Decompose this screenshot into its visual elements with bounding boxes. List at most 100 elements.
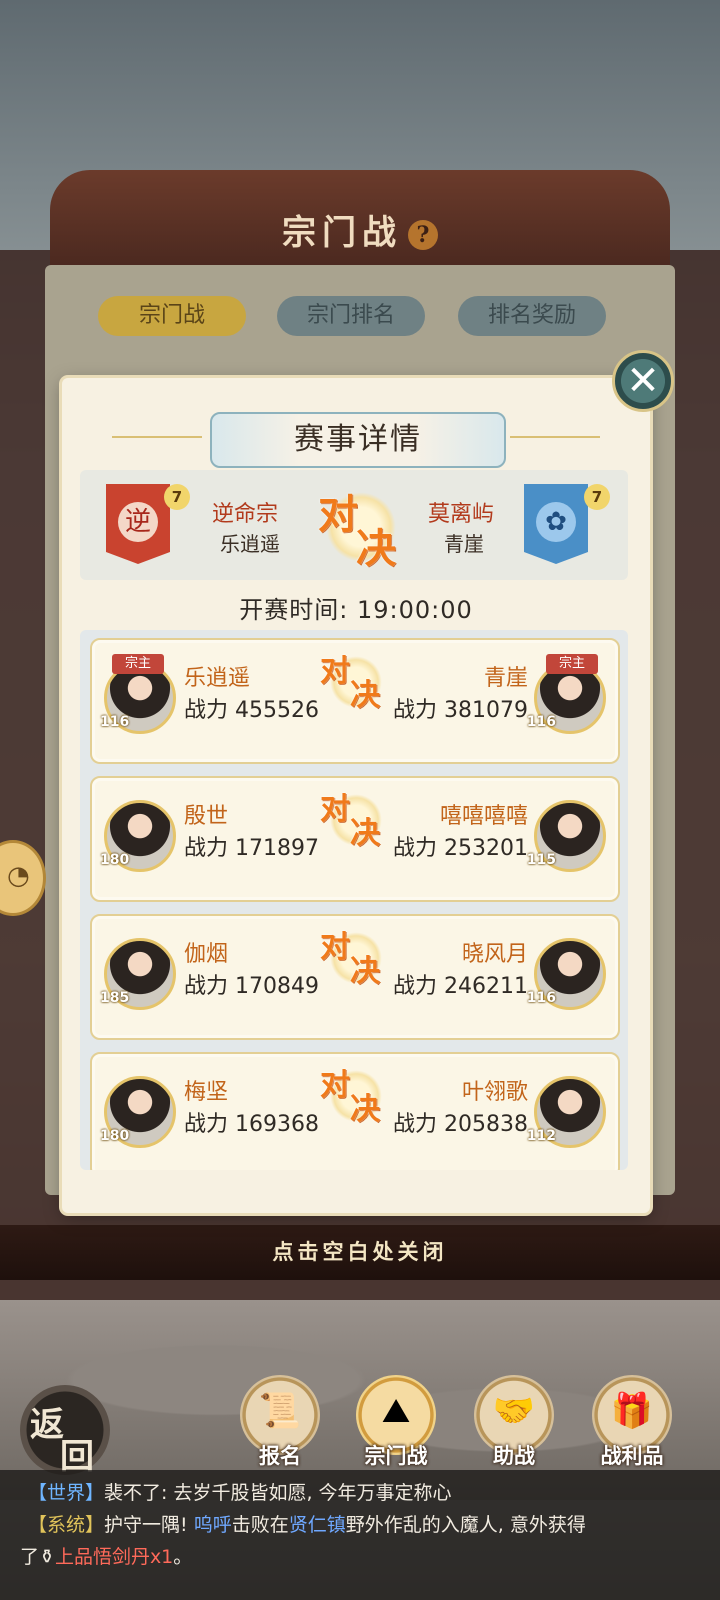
vs-char-2: 决 [350,1092,380,1127]
vs-emblem: 对 决 [320,922,396,998]
vs-char-1: 对 [320,1068,350,1103]
player-left-name: 乐逍遥 [184,666,251,691]
vs-char-2: 决 [350,954,380,989]
item-link[interactable]: 上品悟剑丹x1 [55,1546,173,1568]
nav-label: 宗门战 [364,1444,428,1468]
vs-char-1: 对 [318,491,358,538]
chat-text: 护守一隅! [104,1514,194,1536]
title-divider-left [112,436,202,438]
leader-tag: 宗主 [546,654,598,674]
player-right-name: 青崖 [483,666,528,691]
start-time: 开赛时间: 19:00:00 [239,596,473,624]
close-icon: ✕ [626,358,660,404]
player-right-power: 战力 205838 [393,1112,528,1137]
modal-title: 赛事详情 [294,422,422,457]
vs-char-2: 决 [350,678,380,713]
team-matchup-header: 逆 7 逆命宗 乐逍遥 对 决 莫离屿 青崖 ✿ 7 [80,470,628,580]
level-tag: 180 [100,1128,130,1144]
chat-text: 。 [173,1546,193,1568]
team-right-level-badge: 7 [584,484,610,510]
vs-char-1: 对 [320,930,350,965]
tab-sect-ranking[interactable]: 宗门排名 [277,296,425,336]
place-link[interactable]: 贤仁镇 [289,1514,346,1536]
chat-panel[interactable]: 【世界】裴不了: 去岁千股皆如愿, 今年万事定称心 【系统】护守一隅! 呜呼击败… [0,1470,720,1600]
level-tag: 180 [100,852,130,868]
close-hint[interactable]: 点击空白处关闭 [0,1236,720,1266]
player-right-name: 嘻嘻嘻嘻 [439,804,528,829]
player-right-power: 战力 253201 [393,836,528,861]
team-right-name: 莫离屿 [428,502,495,527]
match-card: 180 梅坚 战力 169368 对 决 叶翎歌 战力 205838 112 [90,1052,620,1170]
close-button[interactable]: ✕ [612,350,674,412]
title-divider-right [510,436,600,438]
background-title: 宗门战? [0,205,720,254]
handshake-icon: 🤝 [492,1391,536,1431]
match-detail-modal: 赛事详情 逆 7 逆命宗 乐逍遥 对 决 莫离屿 青崖 ✿ 7 开赛时间: 19… [62,378,650,1213]
player-left-name: 伽烟 [184,942,229,967]
modal-title-plate: 赛事详情 [210,412,506,468]
flag-mountain-icon: ⛰ [381,1391,411,1431]
match-card: 180 殷世 战力 171897 对 决 嘻嘻嘻嘻 战力 253201 115 [90,776,620,902]
chat-text: 了 [20,1546,40,1568]
vs-emblem: 对 决 [320,784,396,860]
level-tag: 112 [526,1128,556,1144]
pill-icon: ⚱ [39,1546,55,1568]
back-button[interactable]: 返 回 [20,1385,110,1477]
vs-emblem: 对 决 [316,482,408,574]
player-left-name: 殷世 [184,804,229,829]
nav-label: 报名 [259,1444,301,1468]
nav-loot-button[interactable]: 🎁 战利品 [588,1375,676,1475]
level-tag: 116 [526,714,556,730]
player-link[interactable]: 呜呼 [194,1514,232,1536]
vs-emblem: 对 决 [320,646,396,722]
chat-text: 裴不了: 去岁千股皆如愿, 今年万事定称心 [104,1482,452,1504]
match-card: 宗主 116 乐逍遥 战力 455526 对 决 青崖 战力 381079 宗主… [90,638,620,764]
player-right-power: 战力 246211 [393,974,528,999]
tab-sect-war[interactable]: 宗门战 [98,296,246,336]
lotus-icon: ✿ [536,502,576,542]
player-right-name: 叶翎歌 [461,1080,528,1105]
match-card: 185 伽烟 战力 170849 对 决 晓风月 战力 246211 116 [90,914,620,1040]
player-right-name: 晓风月 [461,942,528,967]
nav-label: 战利品 [600,1444,664,1468]
team-left-emblem: 逆 [118,502,158,542]
chat-text: 击败在 [231,1514,289,1536]
player-left-power: 战力 171897 [184,836,319,861]
vs-char-1: 对 [320,654,350,689]
chat-bubble-icon: ◔ [7,861,30,891]
vs-char-2: 决 [356,525,396,572]
player-left-power: 战力 170849 [184,974,319,999]
level-tag: 185 [100,990,130,1006]
level-tag: 115 [526,852,556,868]
scroll-icon: 📜 [258,1391,302,1431]
vs-emblem: 对 决 [320,1060,396,1136]
nav-signup-button[interactable]: 📜 报名 [236,1375,324,1475]
team-left-banner: 逆 [106,484,170,570]
help-icon[interactable]: ? [408,220,438,250]
chat-line: 【世界】裴不了: 去岁千股皆如愿, 今年万事定称心 [28,1478,452,1505]
team-left-name: 逆命宗 [212,502,279,527]
nav-assist-button[interactable]: 🤝 助战 [470,1375,558,1475]
level-tag: 116 [100,714,130,730]
player-left-power: 战力 169368 [184,1112,319,1137]
chat-line: 【系统】护守一隅! 呜呼击败在贤仁镇野外作乱的入魔人, 意外获得 [28,1510,586,1537]
level-tag: 116 [526,990,556,1006]
team-right-banner: ✿ [524,484,588,570]
chat-line: 了⚱上品悟剑丹x1。 [20,1542,192,1569]
back-char-1: 返 [30,1405,64,1445]
chest-icon: 🎁 [610,1391,654,1431]
team-right-leader: 青崖 [444,532,484,556]
player-left-power: 战力 455526 [184,698,319,723]
chat-text: 野外作乱的入魔人, 意外获得 [345,1514,586,1536]
team-left-level-badge: 7 [164,484,190,510]
leader-tag: 宗主 [112,654,164,674]
nav-label: 助战 [493,1444,535,1468]
match-list[interactable]: 宗主 116 乐逍遥 战力 455526 对 决 青崖 战力 381079 宗主… [80,630,628,1170]
player-left-name: 梅坚 [184,1080,229,1105]
tab-ranking-reward[interactable]: 排名奖励 [458,296,606,336]
team-left-leader: 乐逍遥 [220,532,280,556]
background-title-text: 宗门战 [282,213,402,253]
vs-char-2: 决 [350,816,380,851]
channel-tag: 【世界】 [28,1482,105,1504]
nav-sect-war-button[interactable]: ⛰ 宗门战 [352,1375,440,1475]
